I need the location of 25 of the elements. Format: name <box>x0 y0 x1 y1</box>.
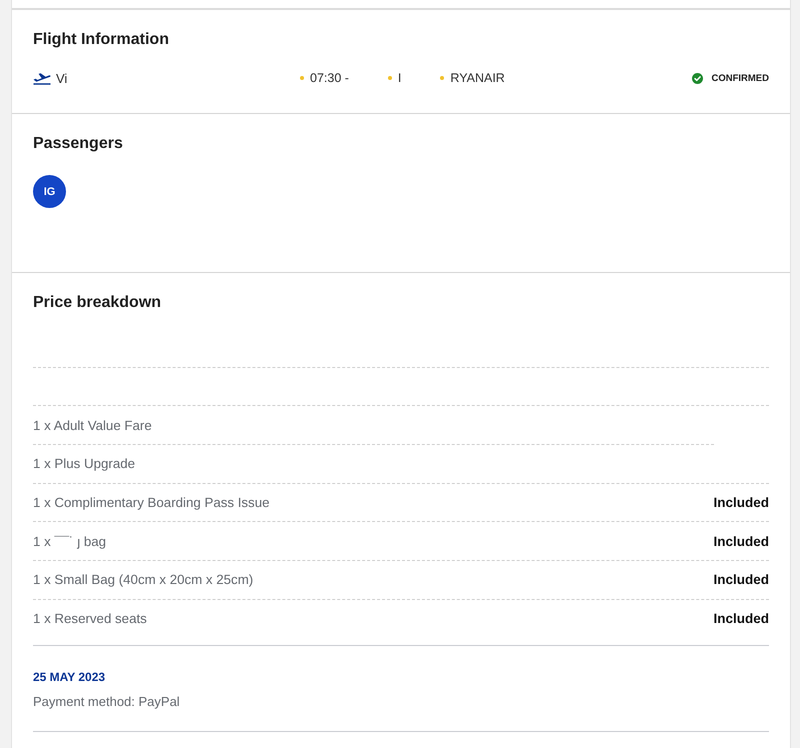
dot-icon <box>388 76 392 80</box>
payment-date: 25 MAY 2023 <box>33 668 106 684</box>
flight-detail-text: 07:30 - <box>310 71 349 85</box>
dot-icon <box>440 76 444 80</box>
line-item-label: 1 x Complimentary Boarding Pass Issue <box>33 495 270 510</box>
flight-detail-text: I <box>398 71 402 85</box>
initials-avatar[interactable]: IG <box>33 175 66 208</box>
line-item-label: 1 x Reserved seats <box>33 611 147 626</box>
line-item-label: 1 x Small Bag (40cm x 20cm x 25cm) <box>33 572 254 588</box>
price-value: Included <box>713 495 769 510</box>
section-title: Flight Information <box>33 30 170 50</box>
route-text: Vi <box>56 70 68 86</box>
section-title: Price breakdown <box>33 293 162 313</box>
dot-icon <box>300 76 304 80</box>
plane-takeoff-icon <box>33 71 51 85</box>
price-value: Included <box>713 572 769 588</box>
price-value: Included <box>713 534 769 549</box>
payment-method: Payment method: PayPal <box>33 694 181 710</box>
line-item-label: 1 x ¯¯˙ ȷ bag <box>33 534 106 549</box>
status-label: CONFIRMED <box>711 72 769 84</box>
section-title: Passengers <box>33 134 124 154</box>
flight-detail-text: RYANAIR <box>450 71 505 85</box>
price-value: Included <box>713 611 769 626</box>
line-item-label: 1 x Adult Value Fare <box>33 418 152 433</box>
line-item-label: 1 x Plus Upgrade <box>33 456 135 472</box>
